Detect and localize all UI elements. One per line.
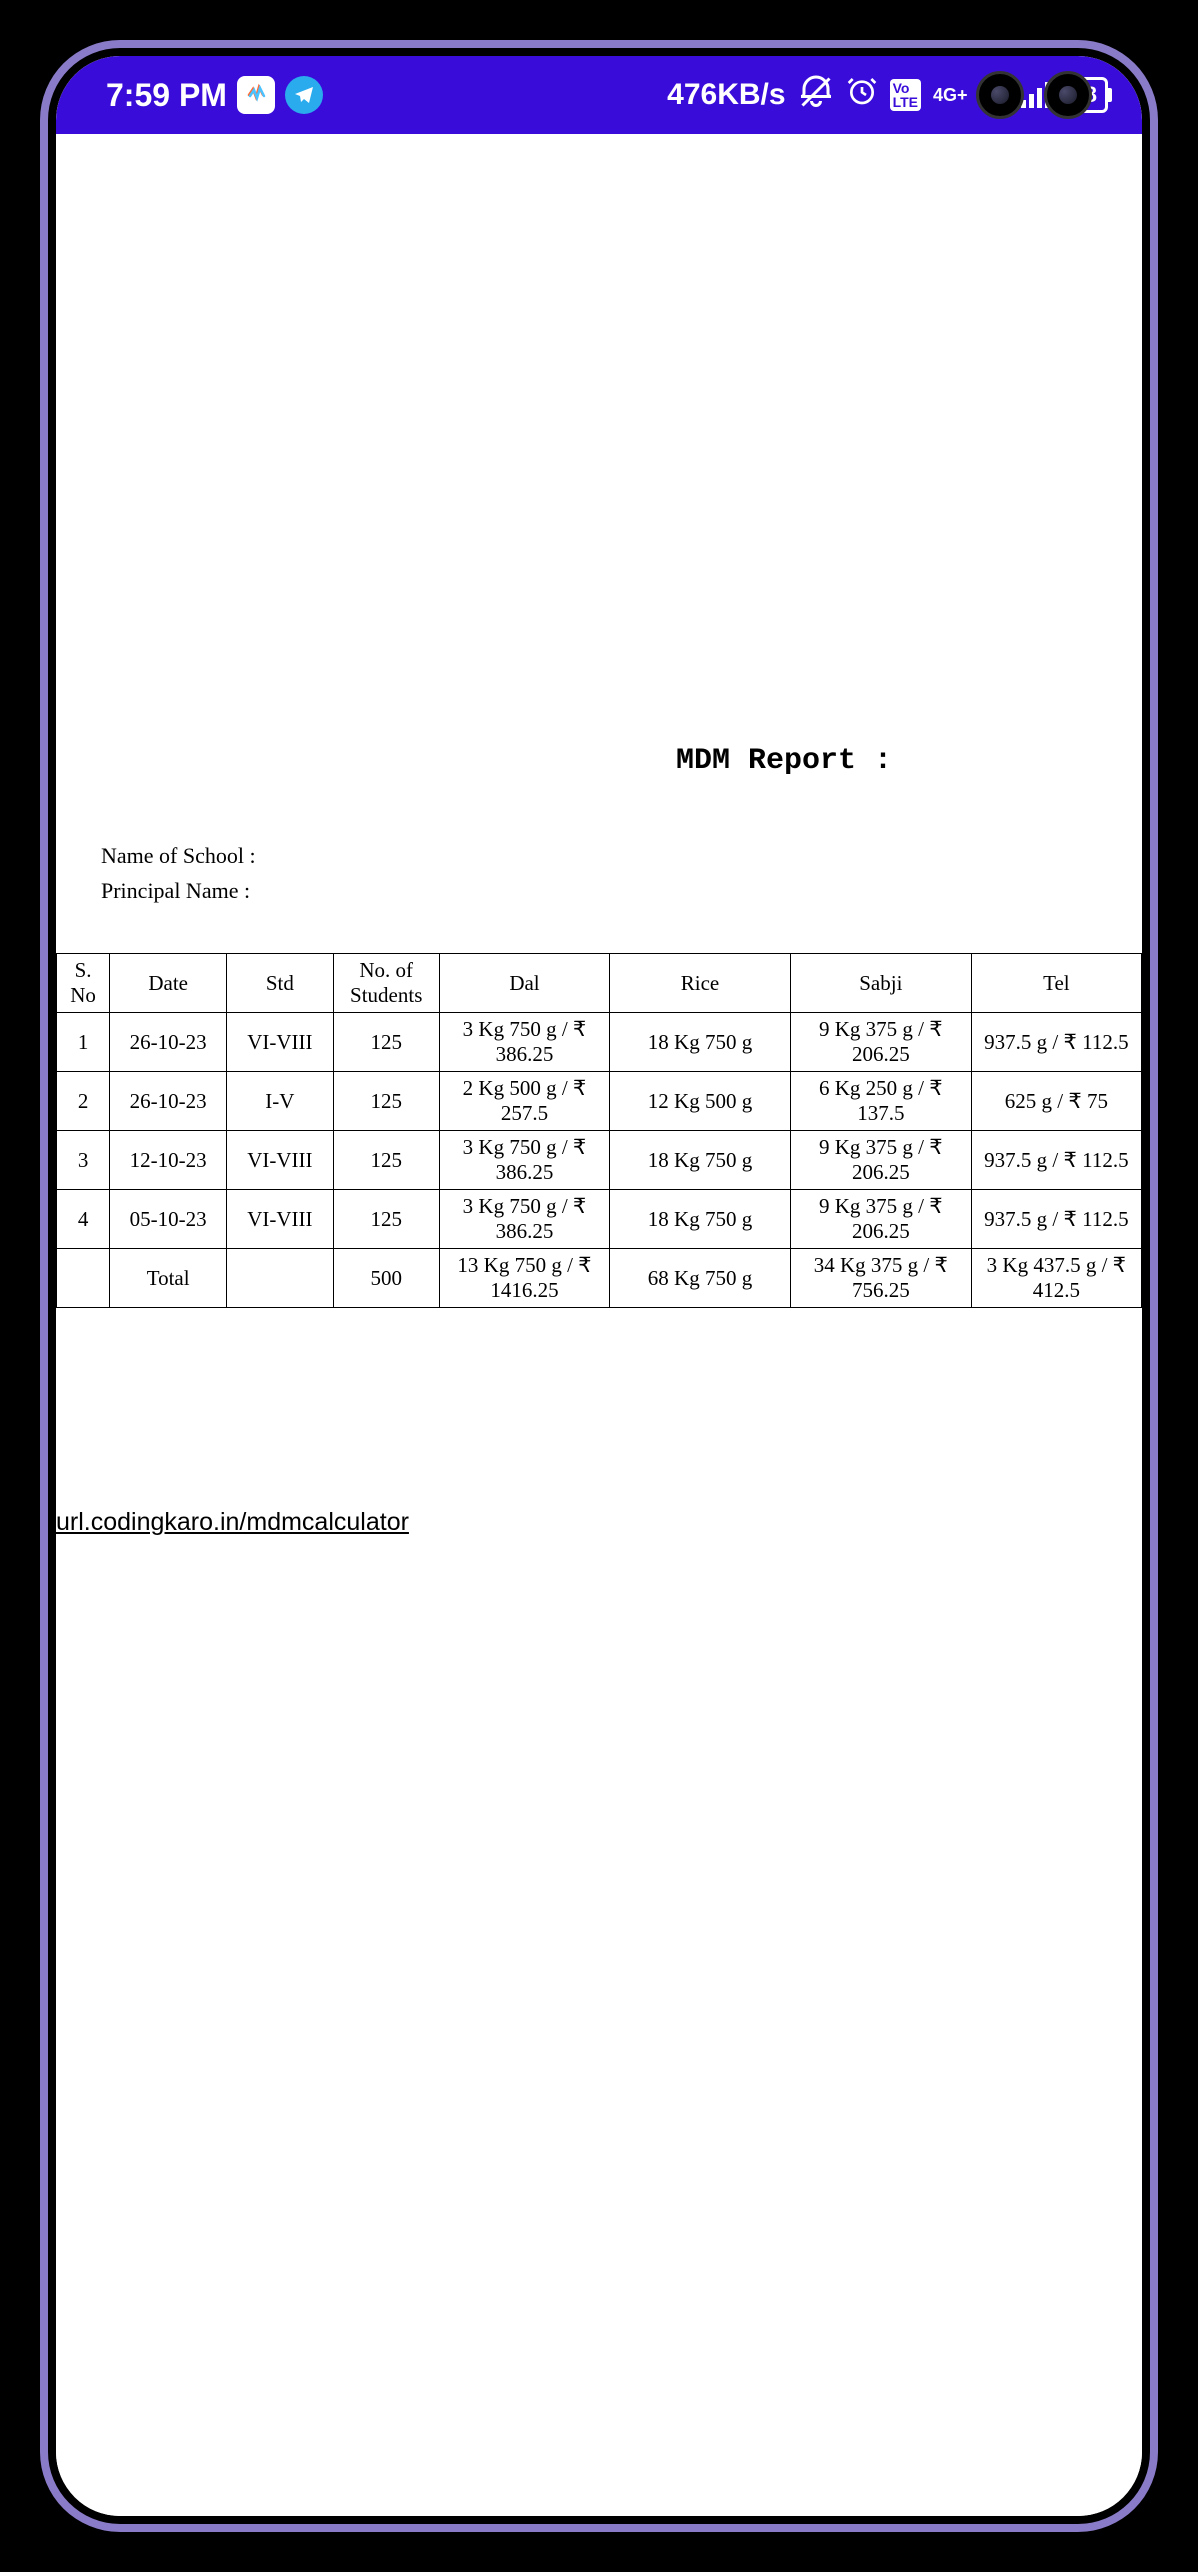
header-dal: Dal: [439, 954, 609, 1013]
mute-icon: [798, 74, 834, 117]
total-cell: 500: [333, 1249, 439, 1308]
alarm-icon: [846, 75, 878, 115]
table-row: 312-10-23VI-VIII1253 Kg 750 g / ₹ 386.25…: [57, 1131, 1142, 1190]
mdm-data-table: S. No Date Std No. of Students Dal Rice …: [56, 953, 1142, 1308]
cell-rice: 18 Kg 750 g: [610, 1013, 791, 1072]
content-area: MDM Report : Name of School : Principal …: [56, 744, 1142, 2516]
total-cell: Total: [110, 1249, 227, 1308]
cell-students: 125: [333, 1131, 439, 1190]
total-cell: 3 Kg 437.5 g / ₹ 412.5: [971, 1249, 1141, 1308]
source-url-link[interactable]: url.codingkaro.in/mdmcalculator: [56, 1508, 1142, 1537]
total-cell: [57, 1249, 110, 1308]
status-bar: 7:59 PM 476KB/s: [56, 56, 1142, 134]
cell-std: I-V: [227, 1072, 333, 1131]
phone-bezel: 7:59 PM 476KB/s: [48, 48, 1150, 2524]
copilot-icon: [237, 76, 275, 114]
table-header-row: S. No Date Std No. of Students Dal Rice …: [57, 954, 1142, 1013]
header-sno: S. No: [57, 954, 110, 1013]
cell-date: 26-10-23: [110, 1072, 227, 1131]
header-std: Std: [227, 954, 333, 1013]
table-row: 405-10-23VI-VIII1253 Kg 750 g / ₹ 386.25…: [57, 1190, 1142, 1249]
header-sabji: Sabji: [790, 954, 971, 1013]
telegram-icon: [285, 76, 323, 114]
phone-frame: 7:59 PM 476KB/s: [40, 40, 1158, 2532]
camera-cutout: [976, 71, 1092, 119]
cell-dal: 3 Kg 750 g / ₹ 386.25: [439, 1131, 609, 1190]
cell-students: 125: [333, 1190, 439, 1249]
cell-rice: 18 Kg 750 g: [610, 1190, 791, 1249]
cell-students: 125: [333, 1072, 439, 1131]
cell-sno: 3: [57, 1131, 110, 1190]
cell-std: VI-VIII: [227, 1190, 333, 1249]
cell-dal: 3 Kg 750 g / ₹ 386.25: [439, 1190, 609, 1249]
principal-name-label: Principal Name :: [101, 873, 1142, 908]
cell-sno: 2: [57, 1072, 110, 1131]
school-info: Name of School : Principal Name :: [101, 838, 1142, 908]
header-tel: Tel: [971, 954, 1141, 1013]
cell-tel: 937.5 g / ₹ 112.5: [971, 1131, 1141, 1190]
total-cell: 13 Kg 750 g / ₹ 1416.25: [439, 1249, 609, 1308]
network-speed: 476KB/s: [667, 78, 785, 112]
cell-sabji: 9 Kg 375 g / ₹ 206.25: [790, 1013, 971, 1072]
status-time: 7:59 PM: [106, 77, 227, 114]
cell-std: VI-VIII: [227, 1013, 333, 1072]
total-cell: [227, 1249, 333, 1308]
cell-std: VI-VIII: [227, 1131, 333, 1190]
cell-tel: 937.5 g / ₹ 112.5: [971, 1013, 1141, 1072]
cell-sno: 4: [57, 1190, 110, 1249]
cell-date: 05-10-23: [110, 1190, 227, 1249]
cell-sno: 1: [57, 1013, 110, 1072]
school-name-label: Name of School :: [101, 838, 1142, 873]
total-cell: 34 Kg 375 g / ₹ 756.25: [790, 1249, 971, 1308]
cell-rice: 12 Kg 500 g: [610, 1072, 791, 1131]
report-title: MDM Report :: [426, 744, 1142, 778]
cell-date: 26-10-23: [110, 1013, 227, 1072]
cell-date: 12-10-23: [110, 1131, 227, 1190]
total-cell: 68 Kg 750 g: [610, 1249, 791, 1308]
network-type: 4G+: [933, 85, 968, 106]
header-students: No. of Students: [333, 954, 439, 1013]
table-row: 126-10-23VI-VIII1253 Kg 750 g / ₹ 386.25…: [57, 1013, 1142, 1072]
volte-badge: VoLTE: [890, 79, 921, 111]
table-row: 226-10-23I-V1252 Kg 500 g / ₹ 257.512 Kg…: [57, 1072, 1142, 1131]
cell-rice: 18 Kg 750 g: [610, 1131, 791, 1190]
cell-sabji: 9 Kg 375 g / ₹ 206.25: [790, 1190, 971, 1249]
header-date: Date: [110, 954, 227, 1013]
cell-tel: 625 g / ₹ 75: [971, 1072, 1141, 1131]
header-rice: Rice: [610, 954, 791, 1013]
cell-sabji: 9 Kg 375 g / ₹ 206.25: [790, 1131, 971, 1190]
cell-dal: 3 Kg 750 g / ₹ 386.25: [439, 1013, 609, 1072]
screen: 7:59 PM 476KB/s: [56, 56, 1142, 2516]
table-total-row: Total 50013 Kg 750 g / ₹ 1416.2568 Kg 750…: [57, 1249, 1142, 1308]
cell-students: 125: [333, 1013, 439, 1072]
cell-sabji: 6 Kg 250 g / ₹ 137.5: [790, 1072, 971, 1131]
cell-tel: 937.5 g / ₹ 112.5: [971, 1190, 1141, 1249]
cell-dal: 2 Kg 500 g / ₹ 257.5: [439, 1072, 609, 1131]
